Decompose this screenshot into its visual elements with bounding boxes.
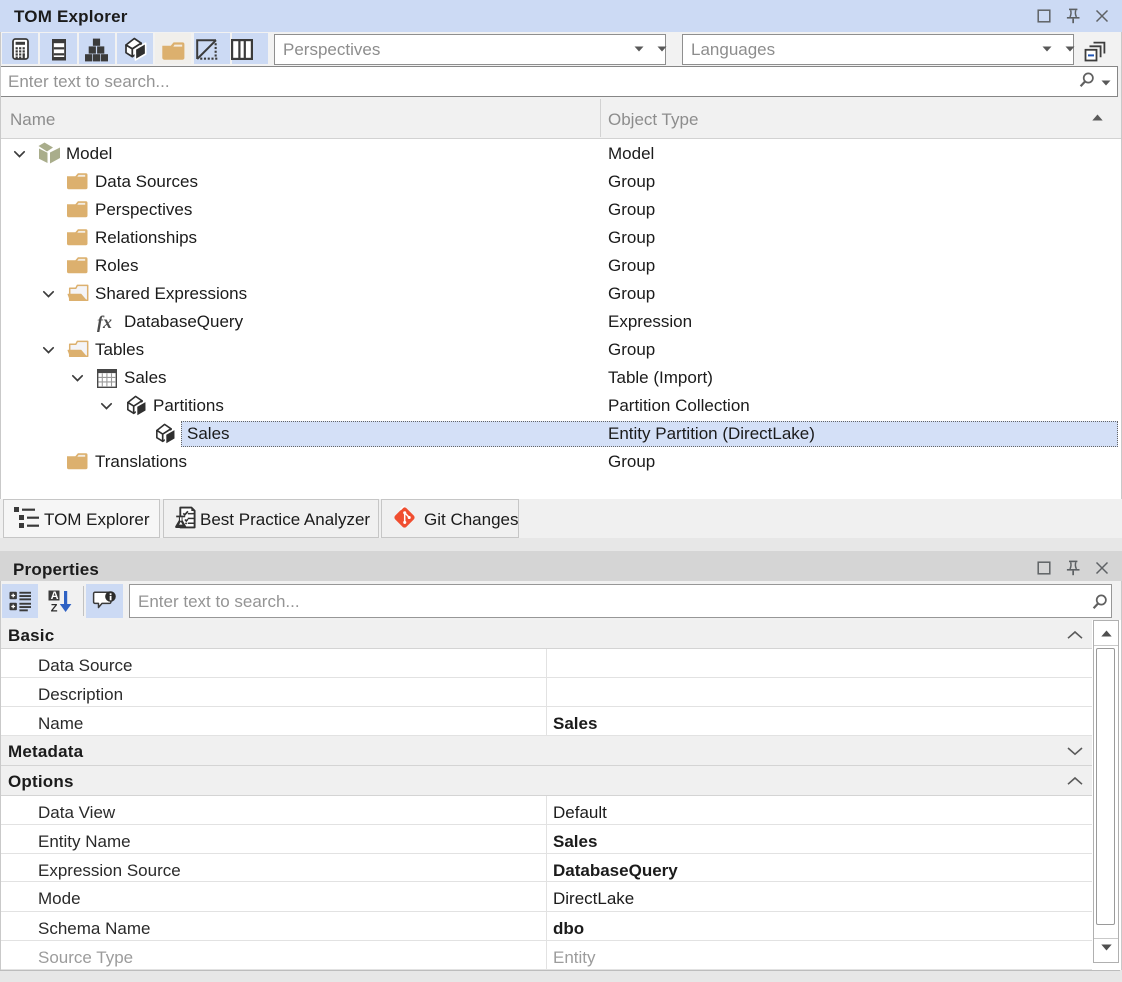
- svg-text:Z: Z: [51, 603, 58, 615]
- svg-text:A: A: [51, 590, 59, 602]
